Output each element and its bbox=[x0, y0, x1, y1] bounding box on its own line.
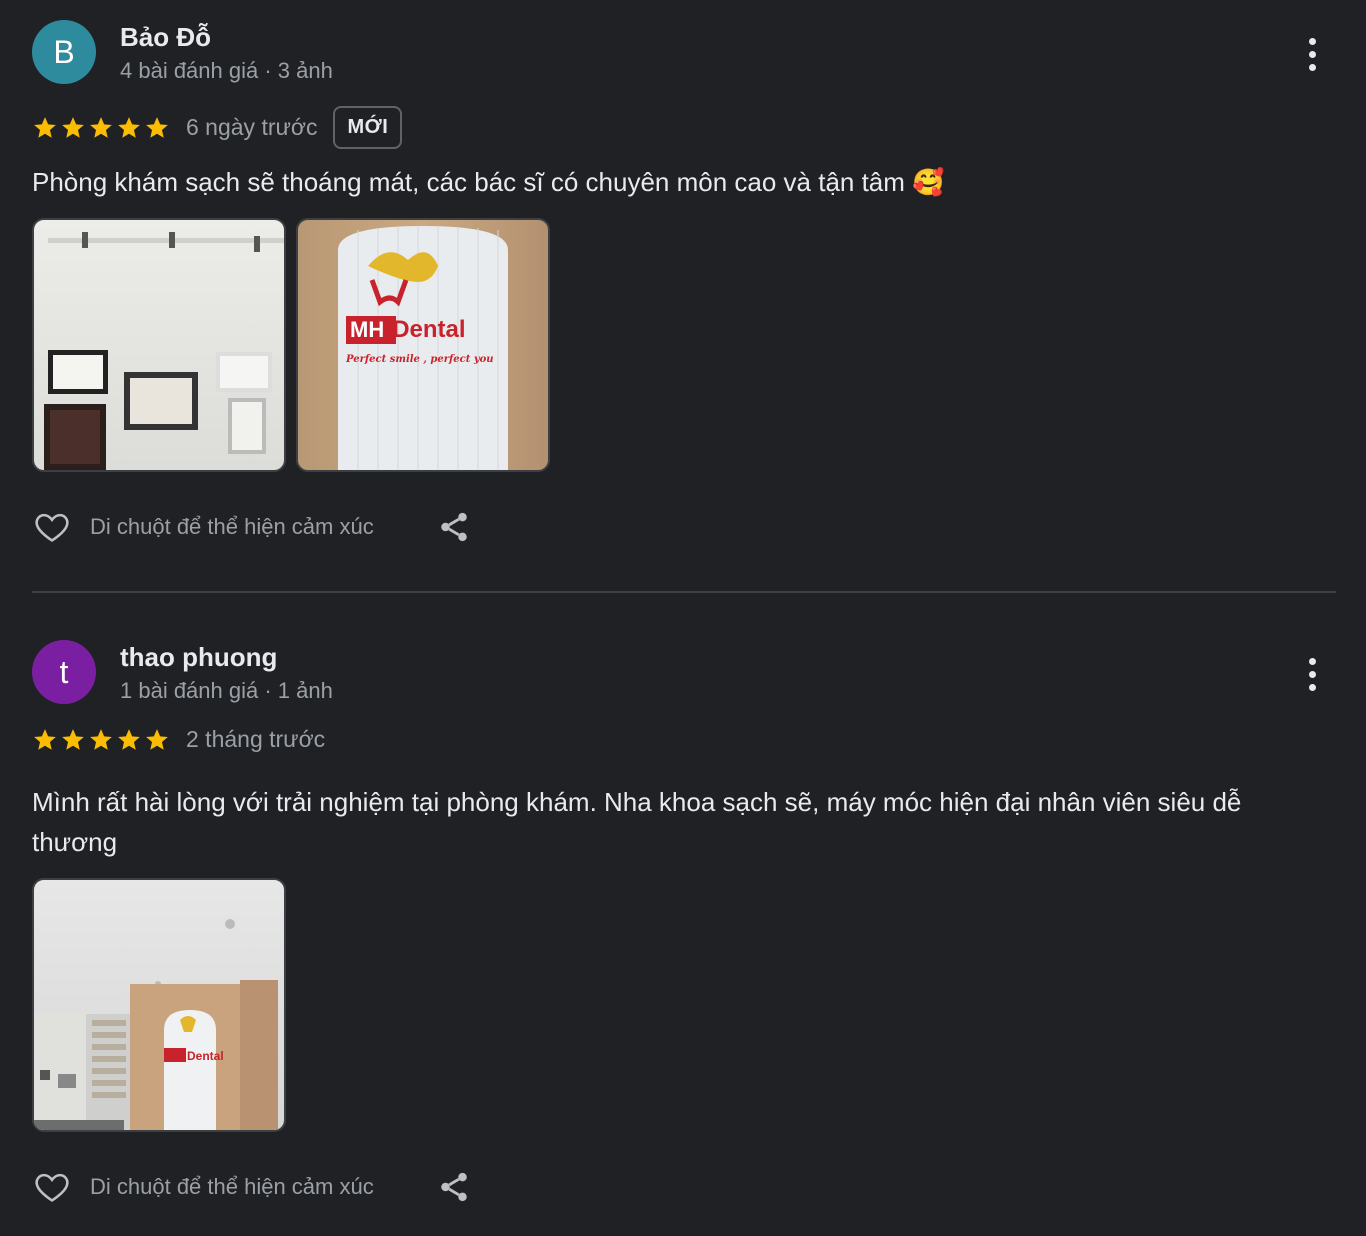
star-icon bbox=[90, 116, 112, 138]
avatar-letter: t bbox=[59, 653, 69, 690]
review-divider bbox=[32, 591, 1336, 593]
react-label: Di chuột để thể hiện cảm xúc bbox=[90, 1174, 374, 1199]
photo-illustration: Dental bbox=[34, 919, 278, 1130]
more-options-button[interactable] bbox=[1288, 650, 1336, 698]
star-rating bbox=[32, 727, 170, 753]
more-vert-icon bbox=[1308, 657, 1316, 665]
heart-outline-icon bbox=[35, 1173, 69, 1202]
brand-dental: Dental bbox=[392, 316, 466, 343]
react-button[interactable]: Di chuột để thể hiện cảm xúc bbox=[32, 508, 374, 546]
photo-illustration bbox=[44, 232, 284, 470]
share-button[interactable] bbox=[436, 509, 472, 545]
react-label: Di chuột để thể hiện cảm xúc bbox=[90, 514, 374, 539]
rating-row: 2 tháng trước bbox=[32, 726, 325, 753]
reviewer-meta: 1 bài đánh giá · 1 ảnh bbox=[120, 678, 333, 703]
brand-logo: MH Dental bbox=[346, 316, 466, 344]
share-icon bbox=[440, 512, 467, 542]
new-badge: MỚI bbox=[333, 106, 403, 149]
rating-row: 6 ngày trước MỚI bbox=[32, 106, 403, 149]
share-icon bbox=[440, 1172, 467, 1202]
reviewer-name[interactable]: thao phuong bbox=[120, 642, 277, 673]
review-card: B Bảo Đỗ 4 bài đánh giá · 3 ảnh 6 ngày t… bbox=[32, 20, 1336, 580]
photo-illustration bbox=[338, 226, 508, 470]
avatar[interactable]: B bbox=[32, 20, 96, 84]
review-actions: Di chuột để thể hiện cảm xúc bbox=[32, 1168, 472, 1206]
avatar[interactable]: t bbox=[32, 640, 96, 704]
share-button[interactable] bbox=[436, 1169, 472, 1205]
brand-mh: MH bbox=[350, 317, 385, 342]
star-icon bbox=[62, 116, 84, 138]
star-icon bbox=[34, 116, 56, 138]
star-icon bbox=[34, 728, 56, 750]
review-card: t thao phuong 1 bài đánh giá · 1 ảnh 2 t… bbox=[32, 640, 1336, 1230]
review-photo-certificates[interactable] bbox=[32, 218, 286, 472]
avatar-letter: B bbox=[53, 33, 75, 70]
review-photo-dental-sign[interactable]: MH Dental Perfect smile , perfect you bbox=[296, 218, 550, 472]
more-vert-icon bbox=[1308, 37, 1316, 45]
star-rating bbox=[32, 115, 170, 141]
review-time: 6 ngày trước bbox=[186, 114, 318, 140]
brand-slogan: Perfect smile , perfect you bbox=[346, 354, 494, 365]
reviewer-meta: 4 bài đánh giá · 3 ảnh bbox=[120, 58, 333, 83]
review-text: Mình rất hài lòng với trải nghiệm tại ph… bbox=[32, 787, 1242, 857]
svg-text:Dental: Dental bbox=[187, 1049, 224, 1063]
review-actions: Di chuột để thể hiện cảm xúc bbox=[32, 508, 472, 546]
review-time: 2 tháng trước bbox=[186, 726, 326, 752]
heart-outline-icon bbox=[35, 513, 69, 542]
star-icon bbox=[146, 728, 168, 750]
reviewer-name[interactable]: Bảo Đỗ bbox=[120, 22, 211, 53]
review-photos: Dental bbox=[32, 878, 286, 1132]
review-text: Phòng khám sạch sẽ thoáng mát, các bác s… bbox=[32, 167, 945, 197]
star-icon bbox=[118, 728, 140, 750]
star-icon bbox=[62, 728, 84, 750]
star-icon bbox=[118, 116, 140, 138]
star-icon bbox=[90, 728, 112, 750]
more-options-button[interactable] bbox=[1288, 30, 1336, 78]
review-photo-clinic-interior[interactable]: Dental bbox=[32, 878, 286, 1132]
react-button[interactable]: Di chuột để thể hiện cảm xúc bbox=[32, 1168, 374, 1206]
review-photos: MH Dental Perfect smile , perfect you bbox=[32, 218, 550, 472]
star-icon bbox=[146, 116, 168, 138]
